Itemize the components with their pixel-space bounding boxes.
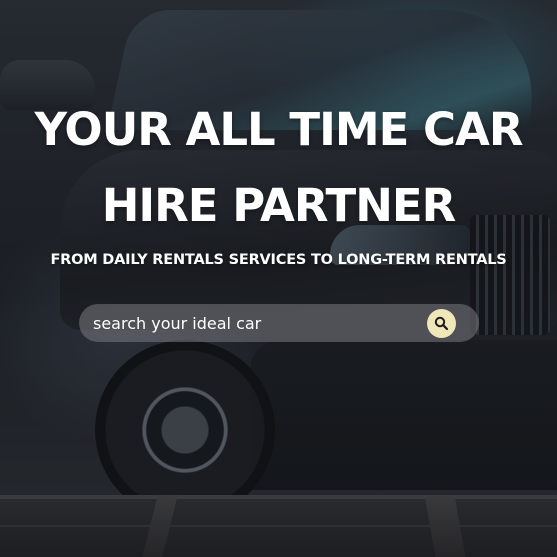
hero-headline: YOUR ALL TIME CAR HIRE PARTNER [34,103,523,232]
hero-section: YOUR ALL TIME CAR HIRE PARTNER FROM DAIL… [0,0,557,495]
search-bar [79,304,479,342]
hero-overlay [0,0,557,495]
wooden-floor-background [0,495,557,557]
floor-seam [0,525,557,527]
search-button[interactable] [427,309,456,338]
hero-subheadline: FROM DAILY RENTALS SERVICES TO LONG-TERM… [50,252,507,268]
floor-edge [0,495,557,499]
search-input[interactable] [93,304,413,342]
floor-plank [424,495,466,557]
